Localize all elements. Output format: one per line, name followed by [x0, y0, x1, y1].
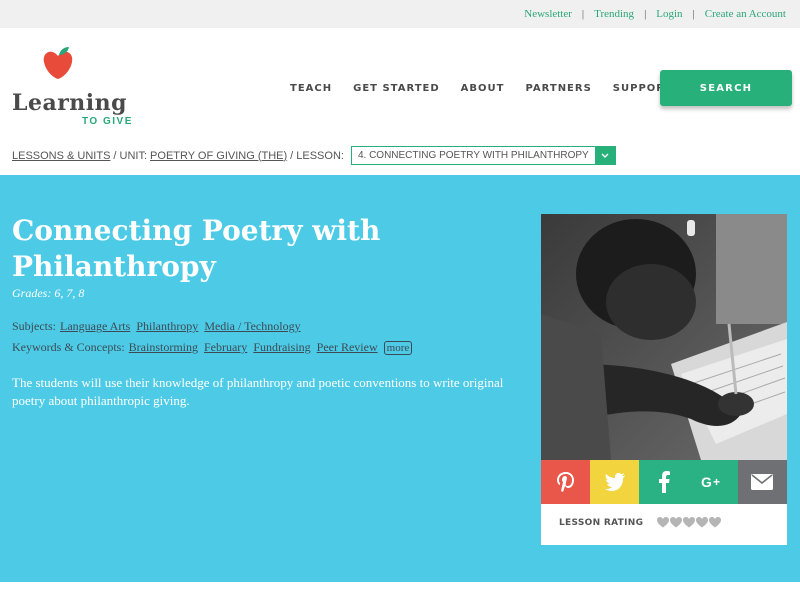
site-header: Learning TO GIVE TEACH GET STARTED ABOUT… — [0, 28, 800, 138]
twitter-icon — [604, 473, 625, 491]
main-nav: TEACH GET STARTED ABOUT PARTNERS SUPPORT… — [290, 83, 715, 94]
separator: | — [581, 8, 585, 20]
subject-link[interactable]: Philanthropy — [136, 319, 198, 334]
nav-about[interactable]: ABOUT — [461, 83, 505, 94]
envelope-icon — [751, 474, 774, 490]
keyword-link[interactable]: Peer Review — [317, 340, 378, 355]
google-plus-share-button[interactable]: G + — [688, 460, 738, 504]
apple-logo-icon — [43, 47, 73, 79]
heart-icon[interactable] — [709, 517, 722, 528]
site-logo[interactable]: Learning TO GIVE — [12, 46, 142, 127]
breadcrumb: LESSONS & UNITS / UNIT: POETRY OF GIVING… — [12, 146, 616, 165]
nav-teach[interactable]: TEACH — [290, 83, 332, 94]
pinterest-icon — [556, 472, 574, 492]
breadcrumb-unit[interactable]: POETRY OF GIVING (THE) — [150, 150, 287, 162]
breadcrumb-lesson-prefix: / LESSON: — [290, 149, 344, 162]
keywords-label: Keywords & Concepts: — [12, 340, 125, 354]
twitter-share-button[interactable] — [590, 460, 640, 504]
newsletter-link[interactable]: Newsletter — [524, 8, 572, 20]
lesson-card: G + LESSON RATING — [541, 214, 787, 545]
pinterest-share-button[interactable] — [541, 460, 591, 504]
lesson-description: The students will use their knowledge of… — [12, 375, 504, 408]
lesson-select[interactable]: 4. CONNECTING POETRY WITH PHILANTHROPY — [350, 146, 616, 165]
rating-hearts[interactable] — [657, 517, 722, 528]
lesson-title: Connecting Poetry with Philanthropy — [12, 214, 381, 283]
logo-wordmark: Learning — [12, 90, 128, 116]
heart-icon[interactable] — [683, 517, 696, 528]
heart-icon[interactable] — [696, 517, 709, 528]
heart-icon[interactable] — [670, 517, 683, 528]
svg-text:G: G — [701, 474, 712, 490]
email-share-button[interactable] — [737, 460, 787, 504]
lesson-photo — [541, 214, 787, 460]
share-buttons: G + — [541, 460, 787, 504]
lesson-select-value: 4. CONNECTING POETRY WITH PHILANTHROPY — [357, 150, 589, 161]
breadcrumb-lessons-units[interactable]: LESSONS & UNITS — [12, 150, 110, 162]
keywords-row: Keywords & Concepts: Brainstorming Febru… — [12, 340, 413, 355]
utility-links: Newsletter | Trending | Login | Create a… — [524, 8, 786, 20]
login-link[interactable]: Login — [656, 8, 682, 20]
keyword-link[interactable]: Brainstorming — [129, 340, 198, 355]
keyword-link[interactable]: February — [204, 340, 247, 355]
separator: | — [692, 8, 695, 20]
search-button[interactable]: SEARCH — [660, 70, 792, 106]
nav-get-started[interactable]: GET STARTED — [353, 83, 440, 94]
svg-text:+: + — [713, 475, 720, 489]
lesson-grades: Grades: 6, 7, 8 — [12, 286, 85, 300]
student-writing-image — [541, 214, 787, 460]
google-plus-icon: G + — [701, 474, 720, 490]
subject-link[interactable]: Language Arts — [60, 319, 130, 334]
more-keywords-button[interactable]: more — [383, 340, 413, 355]
create-account-link[interactable]: Create an Account — [705, 8, 786, 20]
subjects-label: Subjects: — [12, 319, 56, 333]
subjects-row: Subjects: Language Arts Philanthropy Med… — [12, 319, 307, 334]
breadcrumb-unit-prefix: / UNIT: — [113, 149, 148, 162]
lesson-rating: LESSON RATING — [559, 517, 722, 528]
logo-tagline: TO GIVE — [82, 116, 133, 127]
subject-link[interactable]: Media / Technology — [204, 319, 300, 334]
chevron-down-icon — [594, 147, 615, 164]
page-bottom-strip — [0, 582, 800, 600]
separator: | — [644, 8, 647, 20]
lesson-rating-label: LESSON RATING — [559, 517, 644, 528]
facebook-share-button[interactable] — [639, 460, 689, 504]
facebook-icon — [658, 471, 670, 493]
heart-icon[interactable] — [657, 517, 670, 528]
keyword-link[interactable]: Fundraising — [253, 340, 310, 355]
trending-link[interactable]: Trending — [594, 8, 634, 20]
utility-bar: Newsletter | Trending | Login | Create a… — [0, 0, 800, 28]
nav-partners[interactable]: PARTNERS — [525, 83, 591, 94]
